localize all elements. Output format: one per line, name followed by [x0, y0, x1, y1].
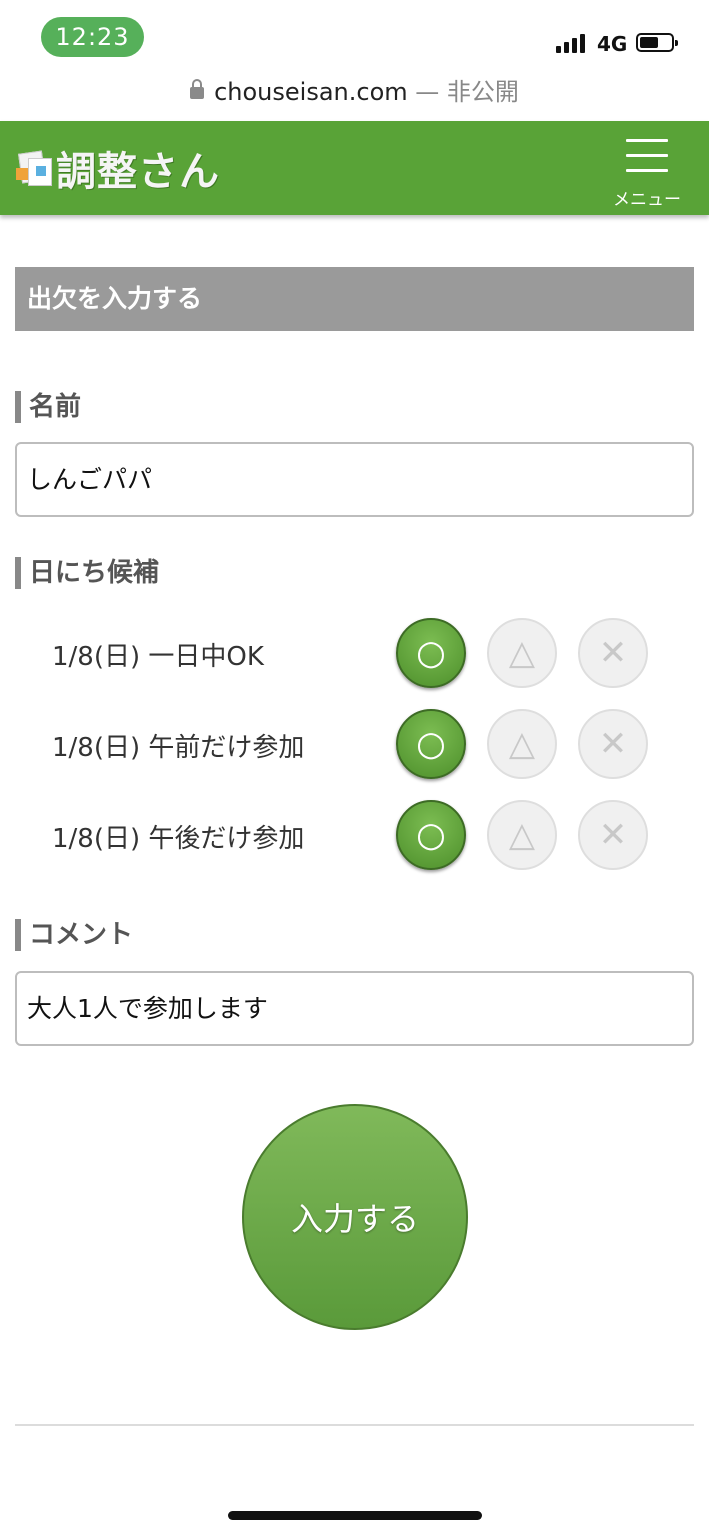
cross-icon: ✕: [598, 815, 628, 855]
submit-button[interactable]: 入力する: [242, 1104, 468, 1330]
date-row: 1/8(日) 一日中OK ○ △ ✕: [0, 618, 709, 690]
menu-button[interactable]: メニュー: [609, 139, 685, 210]
choice-ok-button[interactable]: ○: [396, 618, 466, 688]
circle-icon: ○: [416, 724, 446, 764]
status-bar: 12:23 4G: [0, 0, 709, 70]
url-domain: chouseisan.com: [214, 78, 408, 106]
signal-icon: [556, 33, 590, 53]
date-row: 1/8(日) 午前だけ参加 ○ △ ✕: [0, 709, 709, 781]
circle-icon: ○: [416, 633, 446, 673]
hamburger-icon: [609, 139, 685, 172]
menu-label: メニュー: [613, 190, 681, 210]
battery-icon: [636, 33, 678, 52]
status-time: 12:23: [41, 17, 144, 57]
choice-ok-button[interactable]: ○: [396, 709, 466, 779]
section-title: 出欠を入力する: [15, 267, 694, 331]
choice-maybe-button[interactable]: △: [487, 709, 557, 779]
name-input[interactable]: しんごパパ: [15, 442, 694, 517]
dates-label: 日にち候補: [15, 557, 159, 589]
site-logo[interactable]: 調整さん: [16, 145, 220, 195]
url-privacy: — 非公開: [415, 78, 519, 106]
triangle-icon: △: [508, 633, 536, 673]
cross-icon: ✕: [598, 724, 628, 764]
circle-icon: ○: [416, 815, 446, 855]
site-header: 調整さん メニュー: [0, 121, 709, 215]
home-indicator[interactable]: [228, 1511, 482, 1520]
comment-label: コメント: [15, 919, 133, 951]
triangle-icon: △: [508, 815, 536, 855]
logo-text: 調整さん: [56, 149, 220, 195]
choice-ok-button[interactable]: ○: [396, 800, 466, 870]
network-type: 4G: [597, 32, 628, 56]
date-label: 1/8(日) 午後だけ参加: [52, 824, 305, 854]
name-label: 名前: [15, 391, 81, 423]
date-row: 1/8(日) 午後だけ参加 ○ △ ✕: [0, 800, 709, 872]
comment-input[interactable]: 大人1人で参加します: [15, 971, 694, 1046]
date-label: 1/8(日) 一日中OK: [52, 642, 264, 672]
choice-ng-button[interactable]: ✕: [578, 709, 648, 779]
cross-icon: ✕: [598, 633, 628, 673]
choice-ng-button[interactable]: ✕: [578, 618, 648, 688]
choice-ng-button[interactable]: ✕: [578, 800, 648, 870]
lock-icon: [190, 79, 205, 99]
logo-icon: [16, 150, 52, 186]
choice-maybe-button[interactable]: △: [487, 618, 557, 688]
divider: [15, 1424, 694, 1426]
date-label: 1/8(日) 午前だけ参加: [52, 733, 305, 763]
choice-maybe-button[interactable]: △: [487, 800, 557, 870]
triangle-icon: △: [508, 724, 536, 764]
url-bar[interactable]: chouseisan.com — 非公開: [0, 72, 709, 112]
